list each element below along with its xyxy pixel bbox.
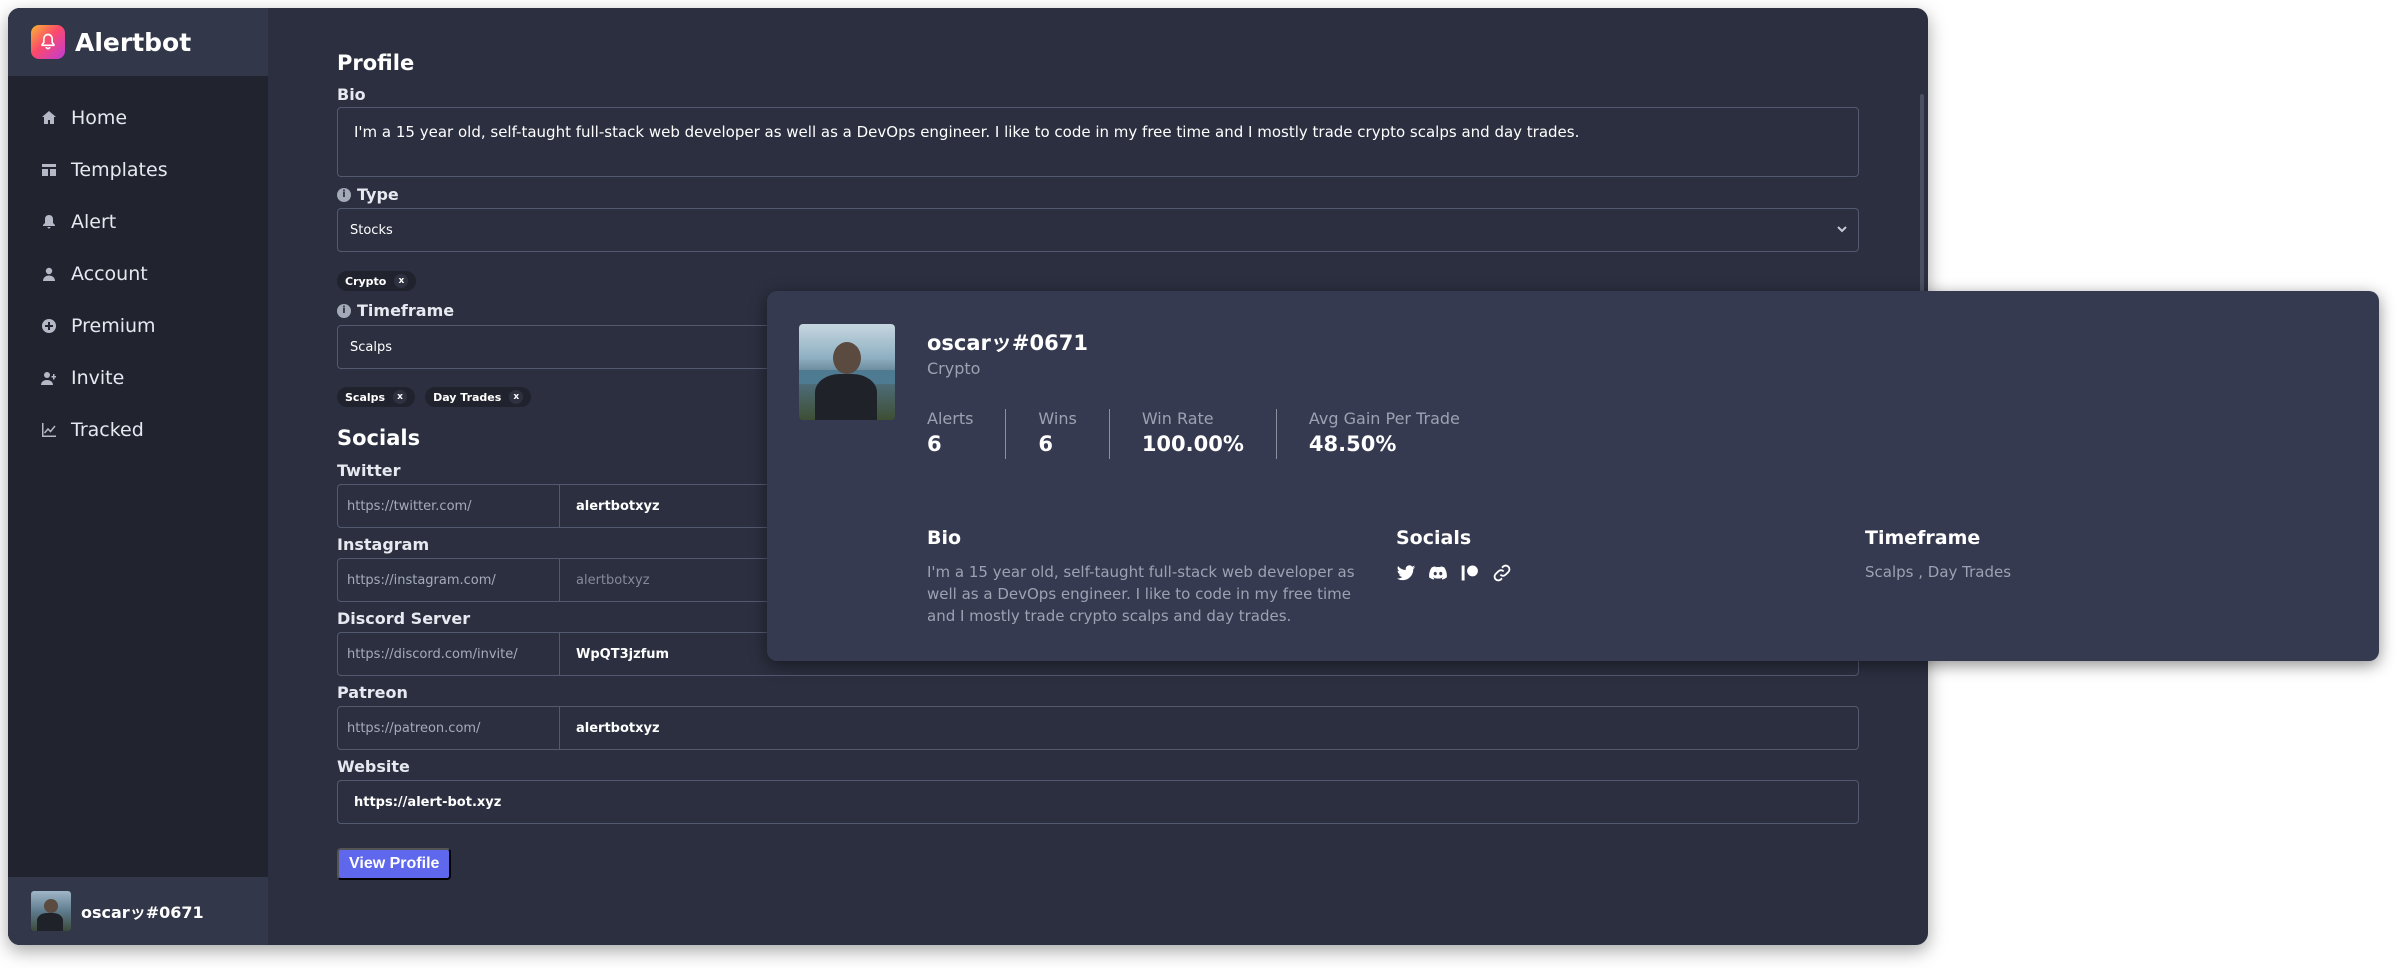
type-label: i Type	[337, 185, 399, 204]
alertbot-logo-icon	[31, 25, 65, 59]
profile-type: Crypto	[927, 359, 981, 378]
brand[interactable]: Alertbot	[8, 8, 268, 76]
bio-label: Bio	[337, 85, 366, 104]
stat-label: Win Rate	[1141, 409, 1214, 428]
app-name: Alertbot	[75, 27, 192, 57]
sidebar-item-label: Home	[71, 107, 128, 129]
sidebar-item-label: Templates	[71, 159, 168, 181]
bell-icon	[41, 214, 57, 230]
stat-label: Wins	[1038, 409, 1077, 428]
sidebar-nav: Home Templates Alert Account Premium Inv…	[8, 92, 268, 456]
discord-icon[interactable]	[1428, 563, 1448, 583]
stat-wins: Wins 6	[1038, 409, 1110, 459]
instagram-prefix: https://instagram.com/	[338, 559, 560, 601]
patreon-icon[interactable]	[1460, 563, 1480, 583]
sidebar-item-tracked[interactable]: Tracked	[8, 404, 268, 456]
website-input[interactable]: https://alert-bot.xyz	[337, 780, 1859, 824]
link-icon[interactable]	[1492, 563, 1512, 583]
twitter-icon[interactable]	[1396, 563, 1416, 583]
socials-section-title: Socials	[337, 426, 421, 450]
tag-crypto: Crypto x	[337, 271, 417, 291]
tag-label: Day Trades	[433, 390, 502, 404]
sidebar-item-label: Premium	[71, 315, 156, 337]
instagram-label: Instagram	[337, 535, 430, 554]
stat-label: Avg Gain Per Trade	[1308, 409, 1460, 428]
user-icon	[41, 266, 57, 282]
profile-timeframe: Timeframe Scalps , Day Trades	[1865, 527, 2305, 583]
profile-bio: Bio I'm a 15 year old, self-taught full-…	[927, 527, 1367, 627]
profile-bio-text: I'm a 15 year old, self-taught full-stac…	[927, 563, 1355, 625]
user-add-icon	[41, 370, 57, 386]
stat-win-rate: Win Rate 100.00%	[1142, 409, 1277, 459]
profile-stats: Alerts 6 Wins 6 Win Rate 100.00% Avg Gai…	[927, 409, 1524, 459]
stat-avg-gain: Avg Gain Per Trade 48.50%	[1309, 409, 1492, 459]
timeframe-select-value: Scalps	[350, 339, 393, 355]
sidebar-item-label: Tracked	[71, 419, 144, 441]
view-profile-button[interactable]: View Profile	[337, 848, 452, 880]
twitter-prefix: https://twitter.com/	[338, 485, 560, 527]
stat-label: Alerts	[927, 409, 974, 428]
sidebar-item-invite[interactable]: Invite	[8, 352, 268, 404]
sidebar-item-label: Account	[71, 263, 148, 285]
profile-timeframe-title: Timeframe	[1865, 527, 1981, 549]
tag-remove-button[interactable]: x	[393, 390, 408, 404]
profile-section-title: Profile	[337, 51, 415, 75]
timeframe-label-text: Timeframe	[357, 301, 455, 320]
twitter-label: Twitter	[337, 461, 401, 480]
discord-prefix: https://discord.com/invite/	[338, 633, 560, 675]
chevron-down-icon	[1836, 223, 1848, 235]
tag-scalps: Scalps x	[337, 387, 416, 407]
info-icon: i	[337, 187, 351, 202]
stat-value: 48.50%	[1308, 432, 1397, 456]
sidebar-item-premium[interactable]: Premium	[8, 300, 268, 352]
stat-value: 6	[927, 432, 942, 456]
timeframe-tags: Scalps x Day Trades x	[337, 387, 532, 407]
bio-textarea[interactable]: I'm a 15 year old, self-taught full-stac…	[337, 107, 1859, 177]
sidebar: Alertbot Home Templates Alert Account Pr…	[8, 8, 268, 945]
patreon-label: Patreon	[337, 683, 408, 702]
sidebar-item-account[interactable]: Account	[8, 248, 268, 300]
tag-remove-button[interactable]: x	[509, 390, 524, 404]
profile-bio-title: Bio	[927, 527, 962, 549]
stat-value: 6	[1038, 432, 1054, 456]
chart-line-icon	[41, 422, 57, 438]
profile-timeframe-text: Scalps , Day Trades	[1865, 563, 2012, 581]
profile-name: oscarッ#0671	[927, 331, 1088, 355]
tag-label: Crypto	[345, 274, 387, 288]
type-select-value: Stocks	[350, 222, 393, 238]
type-select[interactable]: Stocks	[337, 208, 1859, 252]
timeframe-label: i Timeframe	[337, 301, 454, 320]
tag-remove-button[interactable]: x	[394, 274, 409, 288]
templates-icon	[41, 162, 57, 178]
profile-socials-title: Socials	[1396, 527, 1472, 549]
profile-card: oscarッ#0671 Crypto Alerts 6 Wins 6 Win R…	[767, 291, 2379, 661]
profile-avatar	[799, 324, 895, 420]
patreon-field: https://patreon.com/ alertbotxyz	[337, 706, 1859, 750]
profile-socials: Socials	[1396, 527, 1512, 583]
sidebar-item-alert[interactable]: Alert	[8, 196, 268, 248]
sidebar-item-label: Alert	[71, 211, 117, 233]
sidebar-item-label: Invite	[71, 367, 125, 389]
sidebar-item-home[interactable]: Home	[8, 92, 268, 144]
plus-circle-icon	[41, 318, 57, 334]
type-label-text: Type	[357, 185, 399, 204]
discord-label: Discord Server	[337, 609, 471, 628]
type-tags: Crypto x	[337, 271, 417, 291]
patreon-prefix: https://patreon.com/	[338, 707, 560, 749]
user-footer[interactable]: oscarッ#0671	[8, 877, 268, 945]
home-icon	[41, 110, 57, 126]
website-label: Website	[337, 757, 410, 776]
username: oscarッ#0671	[81, 903, 204, 922]
avatar	[31, 891, 71, 931]
patreon-input[interactable]: alertbotxyz	[560, 707, 1858, 749]
tag-day-trades: Day Trades x	[425, 387, 532, 407]
sidebar-item-templates[interactable]: Templates	[8, 144, 268, 196]
tag-label: Scalps	[345, 390, 386, 404]
social-icons	[1396, 563, 1512, 583]
stat-value: 100.00%	[1141, 432, 1244, 456]
stat-alerts: Alerts 6	[927, 409, 1007, 459]
info-icon: i	[337, 303, 351, 318]
